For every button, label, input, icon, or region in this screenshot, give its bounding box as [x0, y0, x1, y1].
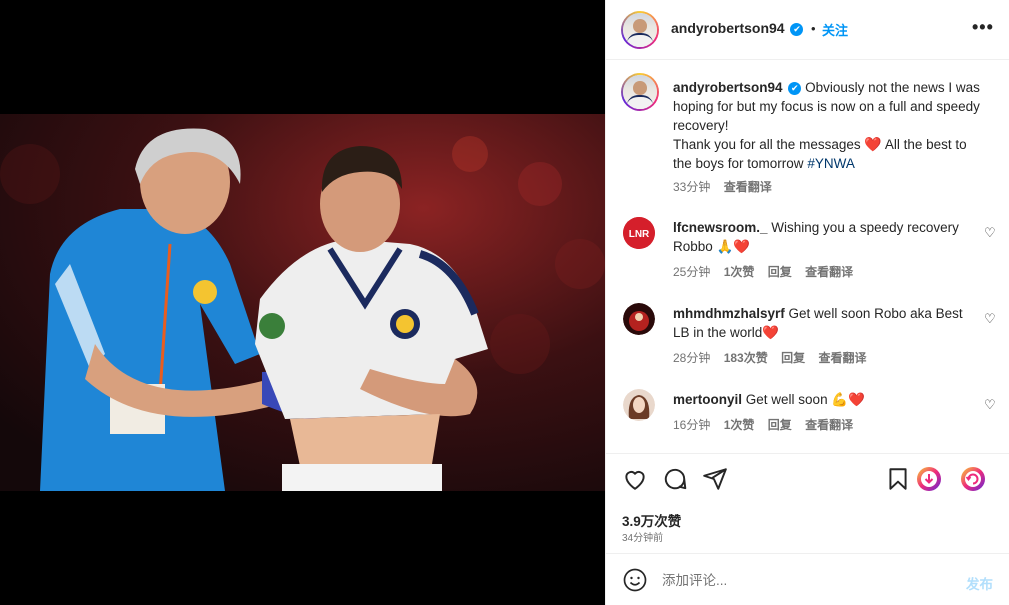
caption-avatar[interactable]	[621, 73, 659, 111]
caption-time[interactable]: 33分钟	[673, 180, 710, 194]
stadium-avatar-icon[interactable]	[623, 303, 655, 335]
lnr-logo-icon[interactable]: LNR	[623, 217, 655, 249]
comment-username[interactable]: lfcnewsroom._	[673, 220, 768, 235]
download-icon[interactable]	[916, 466, 942, 492]
caption-username[interactable]: andyrobertson94	[673, 80, 783, 95]
caption-text: andyrobertson94 ✔ Obviously not the news…	[673, 78, 983, 173]
verified-badge-icon: ✔	[790, 22, 804, 36]
post-photo[interactable]	[0, 114, 605, 491]
comment-body: Get well soon 💪❤️	[745, 392, 865, 407]
comment-text: mertoonyil Get well soon 💪❤️	[673, 390, 973, 409]
comment-like-heart-icon[interactable]: ♡	[984, 397, 996, 413]
post-timestamp: 34分钟前	[622, 533, 664, 544]
heart-icon[interactable]	[622, 466, 648, 492]
hashtag-link[interactable]: #YNWA	[807, 156, 855, 171]
verified-badge-icon: ✔	[788, 81, 802, 95]
reply-button[interactable]: 回复	[781, 351, 805, 365]
comment-username[interactable]: mertoonyil	[673, 392, 742, 407]
post-side-panel: andyrobertson94 ✔ • 关注 ••• andyrobertson…	[605, 0, 1009, 605]
avatar-icon	[623, 75, 657, 109]
caption-translate-button[interactable]: 查看翻译	[724, 180, 772, 194]
comment-time[interactable]: 16分钟	[673, 418, 710, 432]
comment-icon[interactable]	[662, 466, 688, 492]
translate-button[interactable]: 查看翻译	[805, 265, 853, 279]
comment-like-heart-icon[interactable]: ♡	[984, 225, 996, 241]
emoji-icon[interactable]	[623, 568, 647, 592]
reply-button[interactable]: 回复	[768, 265, 792, 279]
comment-input[interactable]	[662, 568, 952, 592]
comment-likes[interactable]: 1次赞	[724, 265, 755, 279]
comment-meta: 28分钟 183次赞 回复 查看翻译	[673, 349, 876, 366]
translate-button[interactable]: 查看翻译	[818, 351, 866, 365]
comment-meta: 25分钟 1次赞 回复 查看翻译	[673, 263, 863, 280]
header-username-text[interactable]: andyrobertson94	[671, 20, 785, 36]
follow-button[interactable]: 关注	[822, 20, 848, 39]
bookmark-icon[interactable]	[885, 466, 911, 492]
post-comment-button[interactable]: 发布	[966, 573, 993, 593]
more-options-icon[interactable]: •••	[972, 17, 994, 38]
comment-text: mhmdhmzhalsyrf Get well soon Robo aka Be…	[673, 304, 973, 342]
post-action-bar	[606, 453, 1009, 505]
avatar-icon	[623, 13, 657, 47]
comment-likes[interactable]: 1次赞	[724, 418, 755, 432]
heart-emoji-icon: ❤️	[864, 136, 882, 152]
svg-text:LNR: LNR	[629, 229, 650, 240]
header-separator: •	[811, 21, 816, 36]
refresh-icon[interactable]	[960, 466, 986, 492]
comment-meta: 16分钟 1次赞 回复 查看翻译	[673, 416, 863, 433]
header-username[interactable]: andyrobertson94 ✔	[671, 20, 804, 36]
reply-button[interactable]: 回复	[768, 418, 792, 432]
share-icon[interactable]	[702, 466, 728, 492]
header-avatar[interactable]	[621, 11, 659, 49]
comment-text: lfcnewsroom._ Wishing you a speedy recov…	[673, 218, 973, 256]
caption-line-2a: Thank you for all the messages	[673, 137, 861, 152]
post-header: andyrobertson94 ✔ • 关注 •••	[606, 0, 1009, 60]
portrait-avatar-icon[interactable]	[623, 389, 655, 421]
comment-time[interactable]: 25分钟	[673, 265, 710, 279]
photo-illustration	[0, 114, 605, 491]
comment-likes[interactable]: 183次赞	[724, 351, 768, 365]
caption-meta: 33分钟 查看翻译	[673, 178, 782, 195]
add-comment-bar: 发布	[606, 553, 1009, 605]
likes-count[interactable]: 3.9万次赞	[622, 510, 681, 530]
comment-like-heart-icon[interactable]: ♡	[984, 311, 996, 327]
post-media	[0, 0, 605, 605]
translate-button[interactable]: 查看翻译	[805, 418, 853, 432]
instagram-post-modal: andyrobertson94 ✔ • 关注 ••• andyrobertson…	[0, 0, 1009, 605]
comment-time[interactable]: 28分钟	[673, 351, 710, 365]
comment-username[interactable]: mhmdhmzhalsyrf	[673, 306, 785, 321]
